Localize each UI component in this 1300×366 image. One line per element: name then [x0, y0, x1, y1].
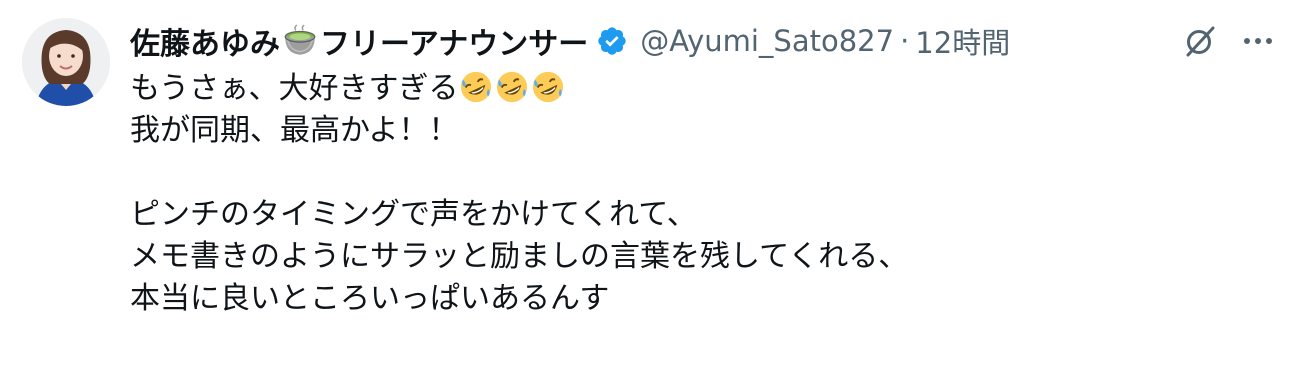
avatar[interactable] — [22, 18, 110, 106]
tweet-line-1-text: もうさぁ、大好きすぎる — [130, 71, 459, 106]
matcha-tea-emoji — [284, 24, 316, 55]
grok-icon[interactable] — [1182, 23, 1218, 59]
timestamp[interactable]: 12時間 — [915, 20, 1010, 62]
author-name-part2: フリーアナウンサー — [320, 27, 589, 62]
tweet-header: 佐藤あゆみ フリーアナウンサー @Ayumi_Sato827 · 12時間 — [130, 18, 1280, 64]
rolling-on-floor-laughing-emoji — [532, 71, 563, 103]
author-handle[interactable]: @Ayumi_Sato827 — [640, 24, 894, 58]
rolling-on-floor-laughing-emoji — [460, 71, 491, 103]
tweet-line-4: ピンチのタイミングで声をかけてくれて、 — [130, 197, 697, 232]
tweet-line-2: 我が同期、最高かよ！！ — [130, 113, 459, 148]
tweet-line-6: 本当に良いところいっぱいあるんす — [130, 281, 610, 316]
more-options-icon[interactable] — [1238, 21, 1278, 61]
tweet[interactable]: 佐藤あゆみ フリーアナウンサー @Ayumi_Sato827 · 12時間 もう… — [0, 0, 1300, 366]
tweet-actions — [1182, 18, 1278, 64]
tweet-content: 佐藤あゆみ フリーアナウンサー @Ayumi_Sato827 · 12時間 もう… — [130, 18, 1280, 320]
separator-dot: · — [900, 24, 910, 58]
tweet-line-5: メモ書きのようにサラッと励ましの言葉を残してくれる、 — [130, 239, 909, 274]
tweet-text: もうさぁ、大好きすぎる 我が同期、最高かよ！！ ピンチのタイミングで声をかけてく… — [130, 68, 1280, 320]
rolling-on-floor-laughing-emoji — [496, 71, 527, 103]
avatar-image — [22, 18, 110, 106]
author-name[interactable]: 佐藤あゆみ フリーアナウンサー — [130, 19, 588, 63]
author-name-part1: 佐藤あゆみ — [130, 27, 280, 62]
verified-badge-icon — [598, 27, 626, 55]
tweet-line-1: もうさぁ、大好きすぎる — [130, 68, 1280, 110]
